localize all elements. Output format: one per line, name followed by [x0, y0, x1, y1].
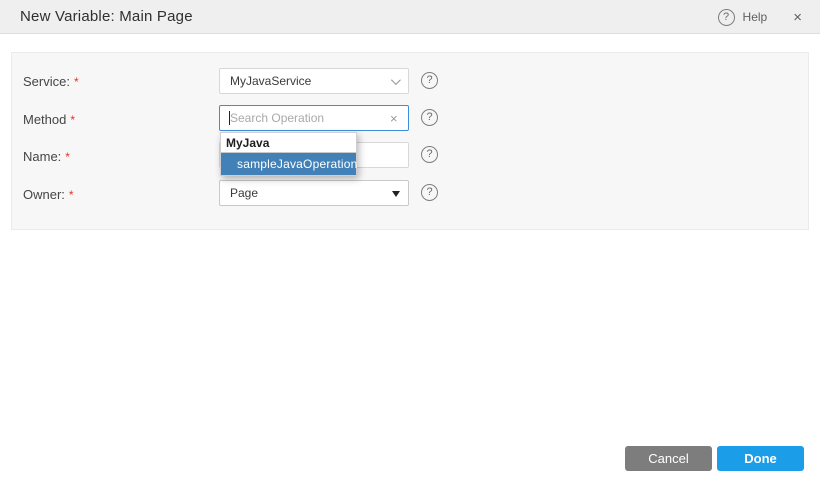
chevron-down-icon [391, 75, 401, 85]
name-label: Name:* [23, 149, 70, 164]
clear-search-icon[interactable]: × [390, 112, 398, 125]
required-asterisk: * [69, 188, 74, 202]
required-asterisk: * [74, 75, 79, 89]
dialog-header: New Variable: Main Page ? Help × [0, 0, 820, 34]
done-button[interactable]: Done [717, 446, 804, 471]
dropdown-option-selected[interactable]: sampleJavaOperation [221, 153, 356, 175]
dropdown-group-header: MyJava [221, 133, 356, 153]
help-icon[interactable]: ? [718, 9, 735, 26]
select-arrow-icon [392, 191, 400, 197]
service-label: Service:* [23, 74, 79, 89]
required-asterisk: * [70, 113, 75, 127]
method-help-icon[interactable]: ? [421, 109, 438, 126]
service-help-icon[interactable]: ? [421, 72, 438, 89]
help-link[interactable]: Help [743, 10, 768, 24]
header-actions: ? Help × [718, 0, 806, 34]
service-select[interactable]: MyJavaService [219, 68, 409, 94]
method-options-dropdown: MyJava sampleJavaOperation [220, 132, 357, 176]
owner-label: Owner:* [23, 187, 74, 202]
text-caret [229, 111, 230, 125]
method-search-input[interactable] [219, 105, 409, 131]
owner-select-value: Page [230, 186, 258, 200]
close-icon[interactable]: × [789, 8, 806, 27]
required-asterisk: * [65, 150, 70, 164]
form-panel: Service:* MyJavaService ? Method* × ? Na… [11, 52, 809, 230]
cancel-button[interactable]: Cancel [625, 446, 712, 471]
service-select-value: MyJavaService [230, 74, 311, 88]
method-label: Method* [23, 112, 75, 127]
owner-help-icon[interactable]: ? [421, 184, 438, 201]
owner-select[interactable]: Page [219, 180, 409, 206]
dialog-title: New Variable: Main Page [20, 8, 193, 25]
name-help-icon[interactable]: ? [421, 146, 438, 163]
